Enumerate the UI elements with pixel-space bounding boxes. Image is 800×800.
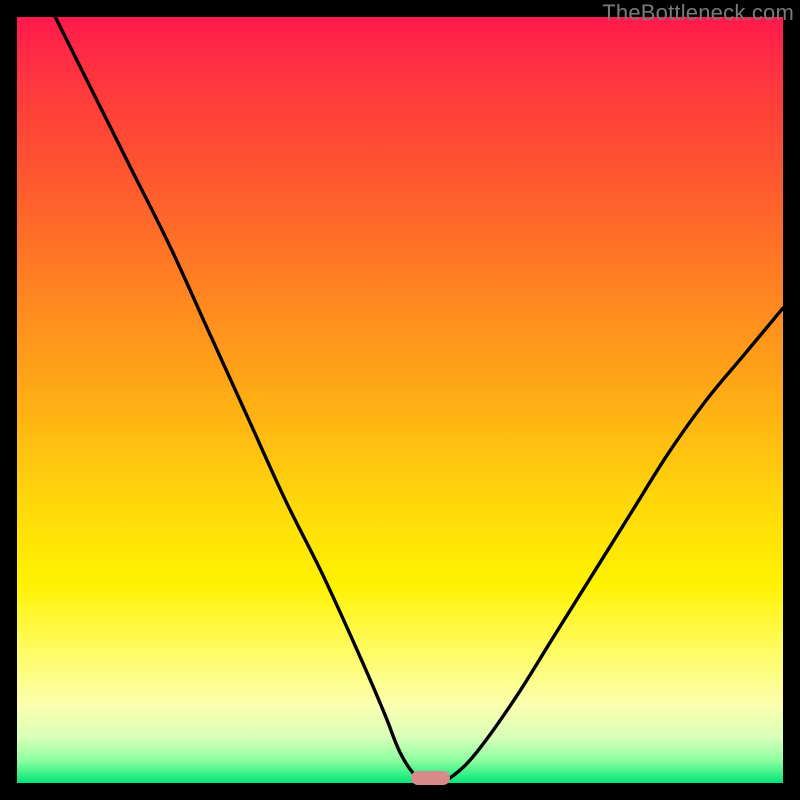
- watermark-text: TheBottleneck.com: [602, 0, 794, 26]
- optimal-point-marker: [411, 771, 449, 785]
- bottleneck-curve: [17, 17, 783, 783]
- chart-frame: [17, 17, 783, 783]
